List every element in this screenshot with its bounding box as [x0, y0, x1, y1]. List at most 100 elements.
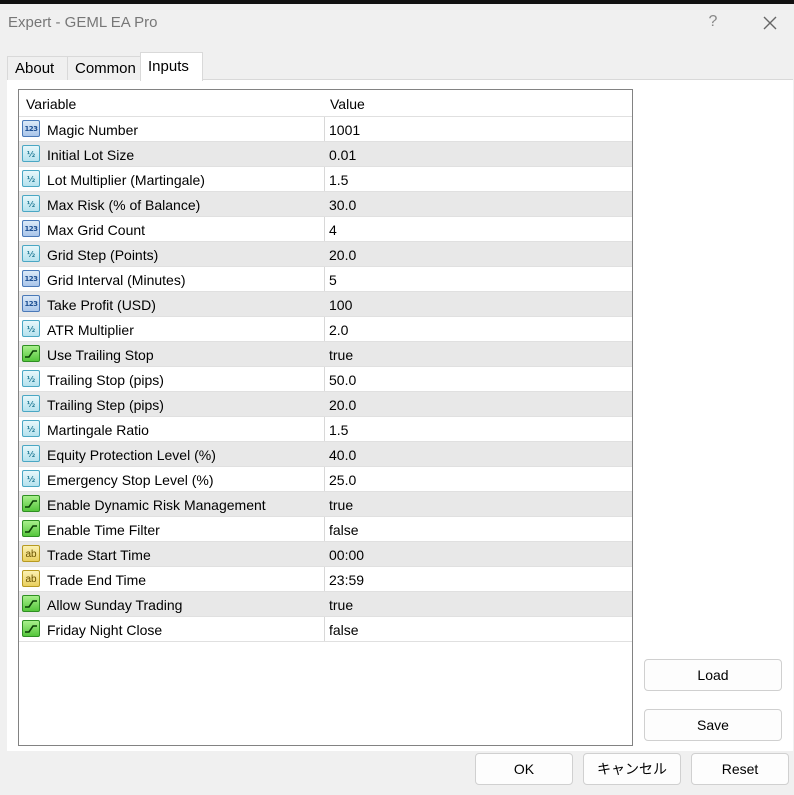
variable-value[interactable]: 23:59	[329, 567, 364, 591]
variable-value[interactable]: 40.0	[329, 442, 356, 466]
table-row[interactable]: 123 Max Grid Count 4	[19, 216, 632, 241]
double-type-icon: ½	[22, 320, 40, 337]
table-row[interactable]: 123 Grid Interval (Minutes) 5	[19, 266, 632, 291]
double-type-icon: ½	[22, 395, 40, 412]
variable-value[interactable]: 0.01	[329, 142, 356, 166]
table-end-line	[19, 641, 632, 642]
window-title: Expert - GEML EA Pro	[8, 14, 158, 31]
table-row[interactable]: ½ Grid Step (Points) 20.0	[19, 241, 632, 266]
table-row[interactable]: 123 Take Profit (USD) 100	[19, 291, 632, 316]
variable-value[interactable]: 5	[329, 267, 337, 291]
variable-value[interactable]: true	[329, 592, 353, 616]
bool-type-icon	[22, 620, 40, 637]
table-row[interactable]: Use Trailing Stop true	[19, 341, 632, 366]
table-row[interactable]: Friday Night Close false	[19, 616, 632, 641]
tab-inputs[interactable]: Inputs	[140, 52, 203, 81]
int-type-icon: 123	[22, 270, 40, 287]
window-top-edge	[0, 0, 794, 4]
variable-value[interactable]: 25.0	[329, 467, 356, 491]
variable-name: Trade End Time	[47, 572, 147, 588]
tab-common[interactable]: Common	[67, 56, 141, 80]
dialog-window: Expert - GEML EA Pro ? About Common Inpu…	[0, 0, 794, 795]
load-button[interactable]: Load	[644, 659, 782, 691]
variable-name: Emergency Stop Level (%)	[47, 472, 214, 488]
variable-name: Enable Dynamic Risk Management	[47, 497, 266, 513]
table-row[interactable]: ½ Lot Multiplier (Martingale) 1.5	[19, 166, 632, 191]
table-row[interactable]: ½ Equity Protection Level (%) 40.0	[19, 441, 632, 466]
variable-name: Trailing Step (pips)	[47, 397, 164, 413]
inputs-table: Variable Value 123 Magic Number 1001 ½ Initi…	[18, 89, 633, 746]
header-variable[interactable]: Variable	[26, 90, 76, 116]
double-type-icon: ½	[22, 195, 40, 212]
table-body: 123 Magic Number 1001 ½ Initial Lot Size 0.01…	[19, 116, 632, 641]
table-row[interactable]: Enable Dynamic Risk Management true	[19, 491, 632, 516]
cancel-button[interactable]: キャンセル	[583, 753, 681, 785]
double-type-icon: ½	[22, 145, 40, 162]
variable-name: Grid Interval (Minutes)	[47, 272, 186, 288]
table-row[interactable]: ½ Initial Lot Size 0.01	[19, 141, 632, 166]
string-type-icon: ab	[22, 570, 40, 587]
variable-value[interactable]: true	[329, 492, 353, 516]
tab-about[interactable]: About	[7, 56, 68, 80]
variable-value[interactable]: false	[329, 617, 359, 641]
double-type-icon: ½	[22, 470, 40, 487]
string-type-icon: ab	[22, 545, 40, 562]
int-type-icon: 123	[22, 120, 40, 137]
double-type-icon: ½	[22, 245, 40, 262]
variable-value[interactable]: false	[329, 517, 359, 541]
variable-name: Use Trailing Stop	[47, 347, 154, 363]
variable-value[interactable]: 20.0	[329, 242, 356, 266]
variable-value[interactable]: 1.5	[329, 167, 348, 191]
double-type-icon: ½	[22, 420, 40, 437]
table-row[interactable]: ½ Martingale Ratio 1.5	[19, 416, 632, 441]
variable-name: Lot Multiplier (Martingale)	[47, 172, 205, 188]
bool-type-icon	[22, 595, 40, 612]
variable-value[interactable]: 30.0	[329, 192, 356, 216]
help-button[interactable]: ?	[700, 8, 726, 36]
table-row[interactable]: Enable Time Filter false	[19, 516, 632, 541]
variable-name: Max Grid Count	[47, 222, 146, 238]
double-type-icon: ½	[22, 445, 40, 462]
variable-name: Friday Night Close	[47, 622, 163, 638]
variable-value[interactable]: 1.5	[329, 417, 348, 441]
ok-button[interactable]: OK	[475, 753, 573, 785]
table-row[interactable]: ½ Trailing Stop (pips) 50.0	[19, 366, 632, 391]
double-type-icon: ½	[22, 170, 40, 187]
variable-name: Trailing Stop (pips)	[47, 372, 164, 388]
variable-name: Initial Lot Size	[47, 147, 135, 163]
int-type-icon: 123	[22, 220, 40, 237]
table-row[interactable]: 123 Magic Number 1001	[19, 116, 632, 141]
table-row[interactable]: ½ Trailing Step (pips) 20.0	[19, 391, 632, 416]
table-header: Variable Value	[19, 90, 632, 116]
variable-value[interactable]: 100	[329, 292, 352, 316]
variable-name: Allow Sunday Trading	[47, 597, 183, 613]
int-type-icon: 123	[22, 295, 40, 312]
variable-value[interactable]: 2.0	[329, 317, 348, 341]
variable-value[interactable]: 1001	[329, 117, 360, 141]
variable-name: Enable Time Filter	[47, 522, 160, 538]
variable-name: Grid Step (Points)	[47, 247, 159, 263]
table-row[interactable]: ab Trade Start Time 00:00	[19, 541, 632, 566]
table-row[interactable]: ½ Max Risk (% of Balance) 30.0	[19, 191, 632, 216]
bool-type-icon	[22, 345, 40, 362]
close-icon	[763, 16, 777, 30]
double-type-icon: ½	[22, 370, 40, 387]
bool-type-icon	[22, 495, 40, 512]
header-value[interactable]: Value	[330, 90, 365, 116]
variable-value[interactable]: 00:00	[329, 542, 364, 566]
variable-value[interactable]: 4	[329, 217, 337, 241]
table-row[interactable]: ½ ATR Multiplier 2.0	[19, 316, 632, 341]
close-button[interactable]	[756, 8, 784, 36]
variable-value[interactable]: 50.0	[329, 367, 356, 391]
reset-button[interactable]: Reset	[691, 753, 789, 785]
variable-value[interactable]: true	[329, 342, 353, 366]
save-button[interactable]: Save	[644, 709, 782, 741]
table-row[interactable]: ab Trade End Time 23:59	[19, 566, 632, 591]
variable-name: ATR Multiplier	[47, 322, 134, 338]
table-row[interactable]: Allow Sunday Trading true	[19, 591, 632, 616]
variable-name: Trade Start Time	[47, 547, 151, 563]
variable-value[interactable]: 20.0	[329, 392, 356, 416]
table-row[interactable]: ½ Emergency Stop Level (%) 25.0	[19, 466, 632, 491]
bool-type-icon	[22, 520, 40, 537]
variable-name: Take Profit (USD)	[47, 297, 156, 313]
